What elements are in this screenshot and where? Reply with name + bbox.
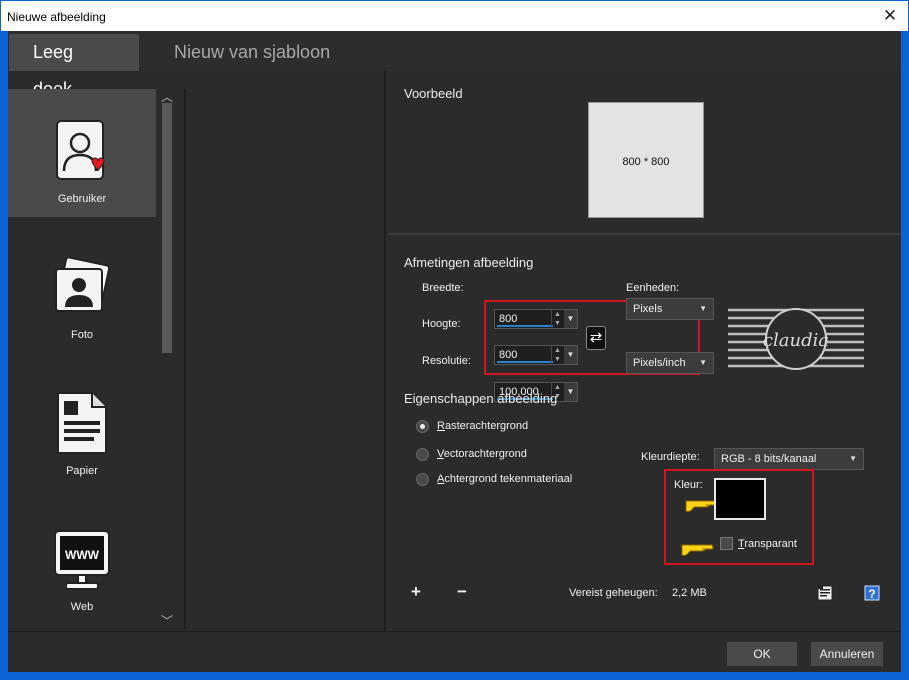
category-label: Web (70, 601, 94, 613)
pointing-hand-icon (685, 500, 718, 512)
web-icon: WWW (54, 530, 110, 590)
notes-icon[interactable] (817, 585, 833, 601)
height-spinner[interactable]: ▲ ▼ (551, 346, 563, 364)
panel-divider (184, 89, 186, 629)
width-spinner[interactable]: ▲ ▼ (551, 310, 563, 328)
dropdown-arrow-icon: ▼ (699, 304, 707, 313)
footer-divider (8, 631, 901, 632)
section-divider (388, 233, 901, 235)
color-depth-value: RGB - 8 bits/kanaal (721, 453, 817, 465)
width-value: 800 (499, 313, 518, 325)
category-label: Gebruiker (57, 193, 107, 205)
cancel-button[interactable]: Annuleren (810, 641, 884, 667)
units-value: Pixels (633, 303, 663, 315)
dialog-window: Nieuwe afbeelding ✕ Leeg doek Nieuw van … (0, 0, 909, 680)
ok-button[interactable]: OK (726, 641, 798, 667)
properties-title: Eigenschappen afbeelding (404, 391, 558, 406)
panel-divider (384, 71, 386, 631)
user-icon (56, 120, 105, 180)
width-label: Breedte: (422, 282, 464, 294)
preview-size-text: 800 * 800 (622, 156, 670, 168)
category-gebruiker[interactable]: Gebruiker (8, 89, 156, 217)
memory-value: 2,2 MB (672, 587, 707, 599)
tab-bar: Leeg doek Nieuw van sjabloon (8, 31, 901, 99)
units-label: Eenheden: (626, 282, 680, 294)
pointing-hand-icon (681, 544, 714, 556)
category-label: Foto (70, 329, 93, 341)
category-list: Gebruiker Foto Papier WWW Web ︿ ﹀ (8, 89, 184, 629)
height-input[interactable]: 800 ▲ ▼ ▼ (494, 345, 578, 365)
dimensions-title: Afmetingen afbeelding (404, 255, 534, 270)
category-label: Papier (66, 465, 98, 477)
input-focus-bar (497, 325, 553, 327)
color-depth-select[interactable]: RGB - 8 bits/kanaal ▼ (714, 448, 864, 470)
settings-panel: Voorbeeld 800 * 800 Afmetingen afbeeldin… (388, 71, 901, 631)
units-select[interactable]: Pixels ▼ (626, 298, 714, 320)
color-label: Kleur: (674, 479, 703, 491)
photo-icon (55, 256, 110, 312)
resolution-units-value: Pixels/inch (633, 357, 686, 369)
resolution-label: Resolutie: (422, 355, 471, 367)
svg-text:?: ? (868, 587, 875, 601)
scroll-thumb[interactable] (162, 103, 172, 353)
memory-label: Vereist geheugen: (569, 587, 658, 599)
tab-nieuw-van-sjabloon[interactable]: Nieuw van sjabloon (150, 34, 354, 71)
web-icon-text: WWW (65, 548, 100, 562)
paper-icon (57, 392, 107, 454)
watermark-text: claudia (763, 330, 829, 351)
input-focus-bar (497, 361, 553, 363)
dropdown-arrow-icon: ▼ (849, 454, 857, 463)
width-dropdown-icon[interactable]: ▼ (564, 310, 577, 328)
preview-title: Voorbeeld (404, 86, 463, 101)
radio-dot (416, 448, 429, 461)
category-papier[interactable]: Papier (8, 361, 156, 489)
window-title: Nieuwe afbeelding (7, 10, 106, 24)
color-swatch[interactable] (714, 478, 766, 520)
category-foto[interactable]: Foto (8, 225, 156, 353)
radio-dot (416, 420, 429, 433)
category-scrollbar[interactable]: ︿ ﹀ (158, 89, 176, 629)
transparent-checkbox[interactable] (720, 537, 733, 550)
resolution-dropdown-icon[interactable]: ▼ (564, 383, 577, 401)
tab-leeg-doek[interactable]: Leeg doek (9, 34, 139, 99)
height-label: Hoogte: (422, 318, 461, 330)
add-icon[interactable]: + (408, 583, 424, 600)
resolution-units-select[interactable]: Pixels/inch ▼ (626, 352, 714, 374)
scroll-down-icon[interactable]: ﹀ (158, 613, 176, 629)
title-bar: Nieuwe afbeelding ✕ (1, 1, 908, 31)
width-input[interactable]: 800 ▲ ▼ ▼ (494, 309, 578, 329)
preview-canvas: 800 * 800 (588, 102, 704, 218)
height-value: 800 (499, 349, 518, 361)
radio-material-label: Achtergrond tekenmateriaal (437, 473, 573, 485)
remove-icon[interactable]: − (454, 583, 470, 600)
radio-raster-label: Rasterachtergrond (437, 420, 529, 432)
category-web[interactable]: WWW Web (8, 497, 156, 625)
watermark-logo: claudia (728, 308, 864, 370)
transparent-label[interactable]: Transparant (738, 538, 797, 550)
radio-vector-label: Vectorachtergrond (437, 448, 527, 460)
dialog-body: Leeg doek Nieuw van sjabloon Gebruiker (8, 31, 901, 672)
close-icon[interactable]: ✕ (880, 6, 900, 26)
radio-dot (416, 473, 429, 486)
dropdown-arrow-icon: ▼ (699, 358, 707, 367)
height-dropdown-icon[interactable]: ▼ (564, 346, 577, 364)
help-icon[interactable]: ? (864, 585, 880, 601)
color-depth-label: Kleurdiepte: (641, 451, 700, 463)
aspect-lock-icon[interactable]: ⇄ (586, 326, 606, 350)
